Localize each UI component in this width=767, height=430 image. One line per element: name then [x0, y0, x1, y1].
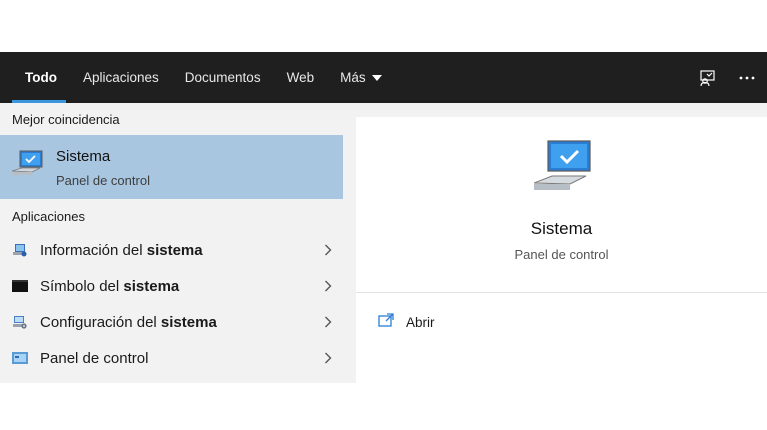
preview-title: Sistema	[530, 219, 593, 238]
chevron-right-icon[interactable]	[313, 316, 343, 328]
tab-label: Web	[286, 70, 315, 85]
feedback-icon[interactable]	[687, 52, 727, 103]
tab-documentos[interactable]: Documentos	[172, 52, 274, 103]
tab-label: Documentos	[184, 70, 261, 85]
tab-aplicaciones[interactable]: Aplicaciones	[70, 52, 172, 103]
open-action[interactable]: Abrir	[378, 311, 435, 333]
preview-pane: Sistema Panel de control Abrir	[356, 117, 767, 383]
caret-down-icon	[371, 74, 382, 81]
tab-web[interactable]: Web	[274, 52, 328, 103]
more-options-icon[interactable]	[727, 52, 767, 103]
app-item-panel-de-control[interactable]: Panel de control	[0, 340, 343, 376]
chevron-right-icon[interactable]	[313, 280, 343, 292]
app-item-simbolo-del-sistema[interactable]: Símbolo del sistema	[0, 268, 343, 304]
open-action-label: Abrir	[406, 314, 435, 330]
system-info-icon	[12, 243, 28, 257]
computer-icon	[533, 139, 594, 202]
results-pane: Mejor coincidencia Sistema Panel de cont…	[0, 103, 356, 383]
search-filter-bar: Todo Aplicaciones Documentos Web Más	[0, 52, 767, 103]
tab-mas[interactable]: Más	[327, 52, 395, 103]
best-match-item[interactable]: Sistema Panel de control	[0, 135, 343, 199]
divider	[356, 292, 767, 293]
tab-label: Aplicaciones	[82, 70, 159, 85]
chevron-right-icon[interactable]	[313, 352, 343, 364]
preview-subtitle: Panel de control	[514, 247, 609, 262]
system-config-icon	[12, 315, 28, 329]
best-match-heading: Mejor coincidencia	[12, 111, 120, 127]
app-item-label: Información del sistema	[40, 241, 203, 259]
command-prompt-icon	[12, 279, 28, 293]
app-item-informacion-del-sistema[interactable]: Información del sistema	[0, 232, 343, 268]
control-panel-icon	[12, 351, 28, 365]
open-icon	[378, 312, 394, 332]
tab-label: Más	[340, 70, 366, 85]
best-match-title: Sistema	[56, 148, 111, 165]
chevron-right-icon[interactable]	[313, 244, 343, 256]
app-item-configuracion-del-sistema[interactable]: Configuración del sistema	[0, 304, 343, 340]
app-item-label: Configuración del sistema	[40, 313, 217, 331]
app-item-label: Panel de control	[40, 349, 149, 367]
apps-heading: Aplicaciones	[12, 208, 85, 224]
app-item-label: Símbolo del sistema	[40, 277, 180, 295]
tab-todo[interactable]: Todo	[0, 52, 70, 103]
computer-icon	[11, 149, 44, 184]
tab-label: Todo	[25, 70, 57, 85]
best-match-subtitle: Panel de control	[56, 173, 150, 188]
